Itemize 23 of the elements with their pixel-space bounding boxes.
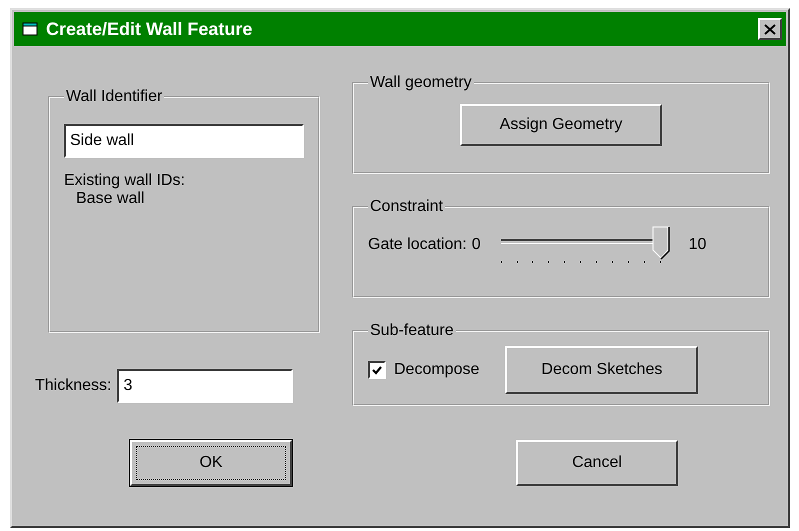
- window-title: Create/Edit Wall Feature: [46, 18, 254, 40]
- existing-ids-label: Existing wall IDs:: [64, 172, 186, 190]
- assign-geometry-button[interactable]: Assign Geometry: [460, 104, 662, 146]
- group-title: Wall geometry: [369, 74, 473, 92]
- slider-thumb[interactable]: [652, 226, 670, 260]
- existing-id: Base wall: [75, 190, 146, 208]
- cancel-button[interactable]: Cancel: [516, 440, 678, 486]
- thickness-label: Thickness:: [35, 377, 112, 395]
- slider-label: Gate location:: [368, 236, 467, 254]
- group-title: Wall Identifier: [65, 88, 164, 106]
- ok-button[interactable]: OK: [130, 440, 292, 486]
- decom-sketches-button[interactable]: Decom Sketches: [505, 346, 698, 394]
- group-title: Sub-feature: [369, 322, 455, 340]
- close-button[interactable]: [758, 18, 782, 40]
- group-title: Constraint: [369, 198, 444, 216]
- thickness-field[interactable]: 3: [117, 369, 294, 403]
- close-icon: [764, 24, 776, 34]
- slider-max-label: 10: [688, 236, 706, 254]
- window-icon: [22, 22, 40, 36]
- slider-min-label: 0: [472, 236, 481, 254]
- decompose-checkbox[interactable]: Decompose: [368, 361, 480, 379]
- check-icon: [372, 366, 382, 374]
- wall-id-field[interactable]: Side wall: [64, 124, 304, 158]
